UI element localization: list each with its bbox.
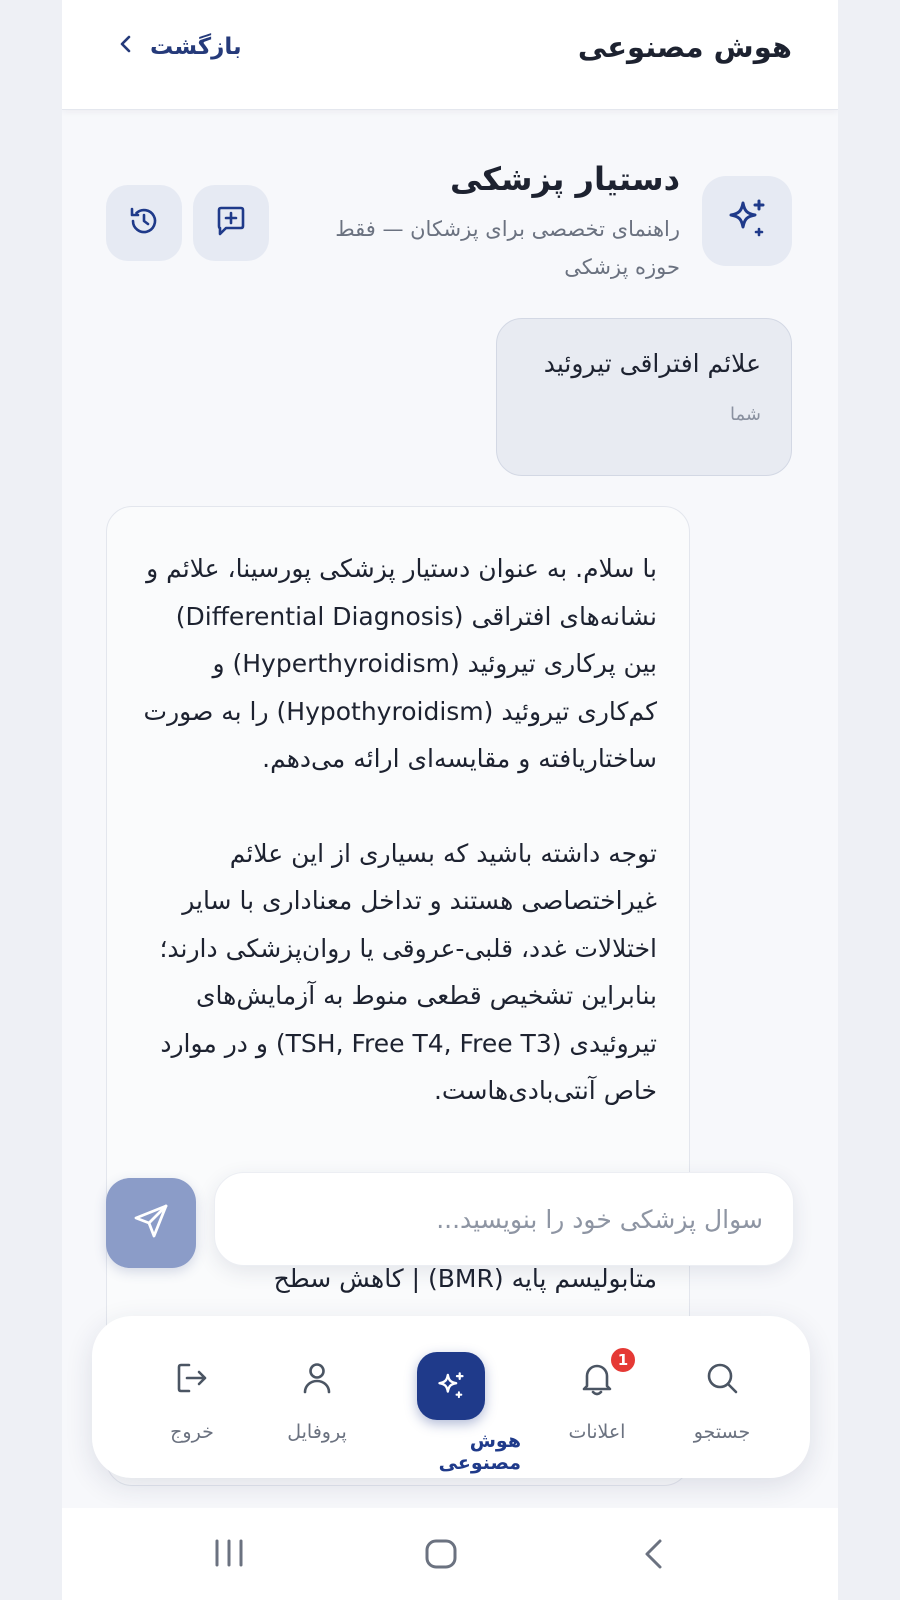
home-icon <box>425 1539 457 1569</box>
top-app-bar: هوش مصنوعی بازگشت <box>62 0 838 110</box>
sparkle-icon <box>417 1352 485 1420</box>
nav-label: خروج <box>170 1421 214 1443</box>
user-icon <box>297 1358 337 1398</box>
nav-item-logout[interactable]: خروج <box>122 1316 262 1478</box>
history-button[interactable] <box>106 185 182 261</box>
send-button[interactable] <box>106 1178 196 1268</box>
back-button[interactable]: بازگشت <box>116 34 242 60</box>
nav-label: اعلانات <box>568 1421 626 1443</box>
ai-message-paragraph: با سلام. به عنوان دستیار پزشکی پورسینا، … <box>143 554 657 773</box>
logout-icon <box>172 1358 212 1398</box>
recent-apps-icon <box>215 1539 243 1567</box>
nav-label: جستجو <box>693 1421 751 1443</box>
bottom-navigation: جستجو 1 اعلانات هوش مصنوعی پروفایل خروج <box>92 1316 810 1478</box>
ai-message-paragraph: توجه داشته باشید که بسیاری از این علائم … <box>159 838 657 1106</box>
system-navigation-bar <box>62 1508 838 1600</box>
nav-item-profile[interactable]: پروفایل <box>247 1316 387 1478</box>
back-label: بازگشت <box>150 34 242 60</box>
nav-item-notifications[interactable]: 1 اعلانات <box>527 1316 667 1478</box>
user-message-sender: شما <box>730 404 761 425</box>
back-arrow-icon <box>645 1539 662 1569</box>
sparkle-icon <box>723 195 771 247</box>
message-composer <box>214 1172 794 1266</box>
assistant-avatar <box>702 176 792 266</box>
assistant-header: دستیار پزشکی راهنمای تخصصی برای پزشکان —… <box>62 160 838 290</box>
home-button[interactable] <box>424 1538 458 1574</box>
nav-item-ai[interactable]: هوش مصنوعی <box>381 1316 521 1478</box>
app-screen: هوش مصنوعی بازگشت دستیار پزشکی راهنمای ت… <box>62 0 838 1600</box>
bell-icon: 1 <box>577 1346 637 1398</box>
notification-badge: 1 <box>609 1346 637 1374</box>
search-icon <box>702 1358 742 1398</box>
chevron-left-icon <box>116 34 136 60</box>
assistant-description: راهنمای تخصصی برای پزشکان — فقط حوزه پزش… <box>335 217 680 279</box>
message-plus-icon <box>213 203 249 243</box>
system-back-button[interactable] <box>640 1538 668 1574</box>
send-icon <box>130 1200 172 1246</box>
page-title: هوش مصنوعی <box>577 30 792 64</box>
new-chat-button[interactable] <box>193 185 269 261</box>
recent-apps-button[interactable] <box>212 1538 246 1572</box>
message-input[interactable] <box>215 1173 793 1265</box>
history-icon <box>126 203 162 243</box>
user-message-bubble: علائم افتراقی تیروئید شما <box>496 318 792 476</box>
nav-item-search[interactable]: جستجو <box>652 1316 792 1478</box>
assistant-name: دستیار پزشکی <box>450 160 680 198</box>
nav-label: هوش مصنوعی <box>438 1430 521 1474</box>
nav-label: پروفایل <box>287 1421 347 1443</box>
user-message-text: علائم افتراقی تیروئید <box>543 349 761 378</box>
